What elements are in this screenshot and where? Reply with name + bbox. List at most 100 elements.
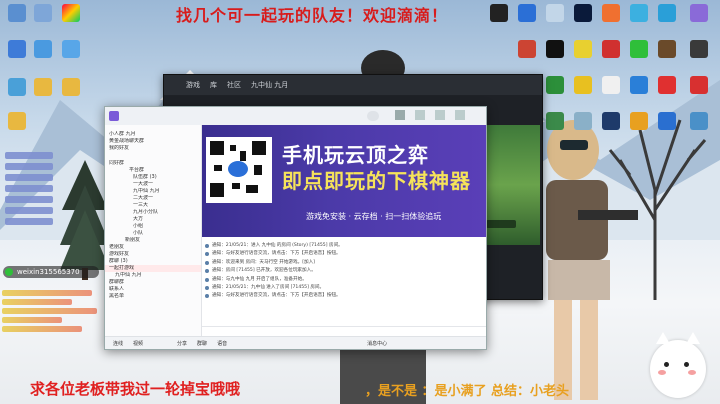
app-icon[interactable]	[690, 112, 708, 130]
message-center-button[interactable]: 消息中心	[367, 340, 387, 347]
message-list: 通知：21/05/21：进入 九中仙 的房间 (Story) [71455] 房…	[202, 238, 486, 326]
app-icon[interactable]	[602, 76, 620, 94]
contact-item[interactable]: 联系人	[105, 286, 201, 293]
app-icon[interactable]	[34, 40, 52, 58]
app-icon[interactable]	[8, 4, 26, 22]
contact-item[interactable]: 一三大	[105, 202, 201, 209]
app-icon[interactable]	[546, 112, 564, 130]
contact-item[interactable]: 小人群 九月	[105, 131, 201, 138]
cat-sticker	[650, 332, 706, 398]
contact-item[interactable]: 一大波一	[105, 181, 201, 188]
tab-community[interactable]: 社区	[227, 80, 241, 90]
status-pill	[5, 185, 53, 192]
app-icon[interactable]	[690, 76, 708, 94]
settings-icon[interactable]	[455, 110, 465, 120]
connect-button[interactable]: 连线	[113, 340, 123, 347]
contact-item[interactable]: 大方	[105, 216, 201, 223]
contact-item-active[interactable]: 一起打游戏	[105, 265, 201, 272]
folder-icon[interactable]	[8, 112, 26, 130]
folder-icon[interactable]	[34, 78, 52, 96]
overlay-line	[2, 299, 72, 305]
contact-item[interactable]: 黄金战场聊天群	[105, 138, 201, 145]
app-icon[interactable]	[546, 4, 564, 22]
home-icon[interactable]	[395, 110, 405, 120]
play-button[interactable]	[486, 220, 516, 228]
app-logo-icon	[109, 111, 119, 121]
contact-item[interactable]: 同好群	[105, 160, 201, 167]
share-button[interactable]: 分享	[177, 340, 187, 347]
banner-subtitle: 游戏免安装 · 云存档 · 扫一扫体验追玩	[306, 212, 442, 221]
folder-icon[interactable]	[62, 78, 80, 96]
app-icon[interactable]	[630, 112, 648, 130]
pine-tree-left	[60, 160, 110, 280]
contact-item[interactable]: 九中仙 九月	[105, 188, 201, 195]
contact-item[interactable]: 黑名单	[105, 293, 201, 300]
group-button[interactable]: 群聊	[197, 340, 207, 347]
status-pill	[5, 196, 53, 203]
contact-item[interactable]: 九月小分队	[105, 209, 201, 216]
app-icon[interactable]	[546, 76, 564, 94]
app-icon[interactable]	[34, 4, 52, 22]
contact-item[interactable]: 游戏好友	[105, 251, 201, 258]
tab-profile[interactable]: 九中仙 九月	[251, 80, 288, 90]
chat-titlebar	[105, 107, 486, 126]
edge-icon[interactable]	[518, 4, 536, 22]
banner-title-1: 手机玩云顶之弈	[282, 143, 429, 167]
overlay-line	[2, 290, 92, 296]
app-icon[interactable]	[518, 40, 536, 58]
app-icon[interactable]	[658, 112, 676, 130]
contact-item[interactable]: 小队	[105, 230, 201, 237]
contact-item[interactable]: 小组	[105, 223, 201, 230]
stream-footer-left: 求各位老板带我过一轮掉宝哦哦	[30, 380, 241, 398]
app-icon[interactable]	[630, 4, 648, 22]
contact-item[interactable]: 二大波一	[105, 195, 201, 202]
app-icon[interactable]	[602, 4, 620, 22]
app-icon[interactable]	[8, 78, 26, 96]
app-icon[interactable]	[62, 40, 80, 58]
app-icon[interactable]	[574, 76, 592, 94]
contacts-icon[interactable]	[435, 110, 445, 120]
app-icon[interactable]	[658, 40, 676, 58]
netease-music-icon[interactable]	[658, 76, 676, 94]
app-icon[interactable]	[602, 40, 620, 58]
app-icon[interactable]	[690, 40, 708, 58]
voice-button[interactable]: 语音	[217, 340, 227, 347]
photoshop-icon[interactable]	[574, 4, 592, 22]
app-icon[interactable]	[574, 112, 592, 130]
contact-item[interactable]: 队伍群 (3)	[105, 174, 201, 181]
contact-item[interactable]: 群聊群	[105, 279, 201, 286]
stream-footer-right: ，是不是 ：是小满了 总结：小老头	[365, 384, 570, 399]
app-icon[interactable]	[630, 76, 648, 94]
chat-icon[interactable]	[415, 110, 425, 120]
tab-library[interactable]: 库	[210, 80, 217, 90]
steam-icon[interactable]	[602, 112, 620, 130]
contact-item[interactable]: 平台群	[105, 167, 201, 174]
message-row: 通知：21/05/21：进入 九中仙 的房间 (Story) [71455] 房…	[202, 242, 486, 250]
chrome-icon[interactable]	[62, 4, 80, 22]
message-row: 通知：与好友进行语音交流，请点击：下方【开启语音】按钮。	[202, 292, 486, 300]
app-icon[interactable]	[574, 40, 592, 58]
stream-status-panel	[0, 150, 56, 230]
overlay-line	[2, 317, 62, 323]
banner-title-2: 即点即玩的下棋神器	[282, 169, 471, 193]
chat-window[interactable]: 小人群 九月 黄金战场聊天群 我的好友 同好群 平台群 队伍群 (3) 一大波一…	[104, 106, 487, 350]
video-button[interactable]: 视频	[133, 340, 143, 347]
app-icon[interactable]	[546, 40, 564, 58]
contact-item[interactable]: 老朋友	[105, 244, 201, 251]
stream-headline: 找几个可一起玩的队友！欢迎滴滴！	[176, 6, 449, 25]
contact-item[interactable]: 新朋友	[105, 237, 201, 244]
character-girl-right	[546, 120, 638, 400]
app-icon[interactable]	[8, 40, 26, 58]
contact-item[interactable]: 我的好友	[105, 145, 201, 152]
app-icon[interactable]	[690, 4, 708, 22]
promo-banner[interactable]: 手机玩云顶之弈 即点即玩的下棋神器 游戏免安装 · 云存档 · 扫一扫体验追玩	[202, 125, 486, 237]
search-icon[interactable]	[367, 111, 379, 121]
contact-item[interactable]: 群聊 (3)	[105, 258, 201, 265]
tab-games[interactable]: 游戏	[186, 80, 200, 90]
steam-icon[interactable]	[490, 4, 508, 22]
qr-code	[206, 137, 272, 203]
app-icon[interactable]	[658, 4, 676, 22]
contact-item[interactable]: 九中仙 九月	[105, 272, 201, 279]
wechat-icon[interactable]	[630, 40, 648, 58]
message-row: 通知：21/05/21：九中仙 进入了房间 [71455] 房间。	[202, 284, 486, 292]
